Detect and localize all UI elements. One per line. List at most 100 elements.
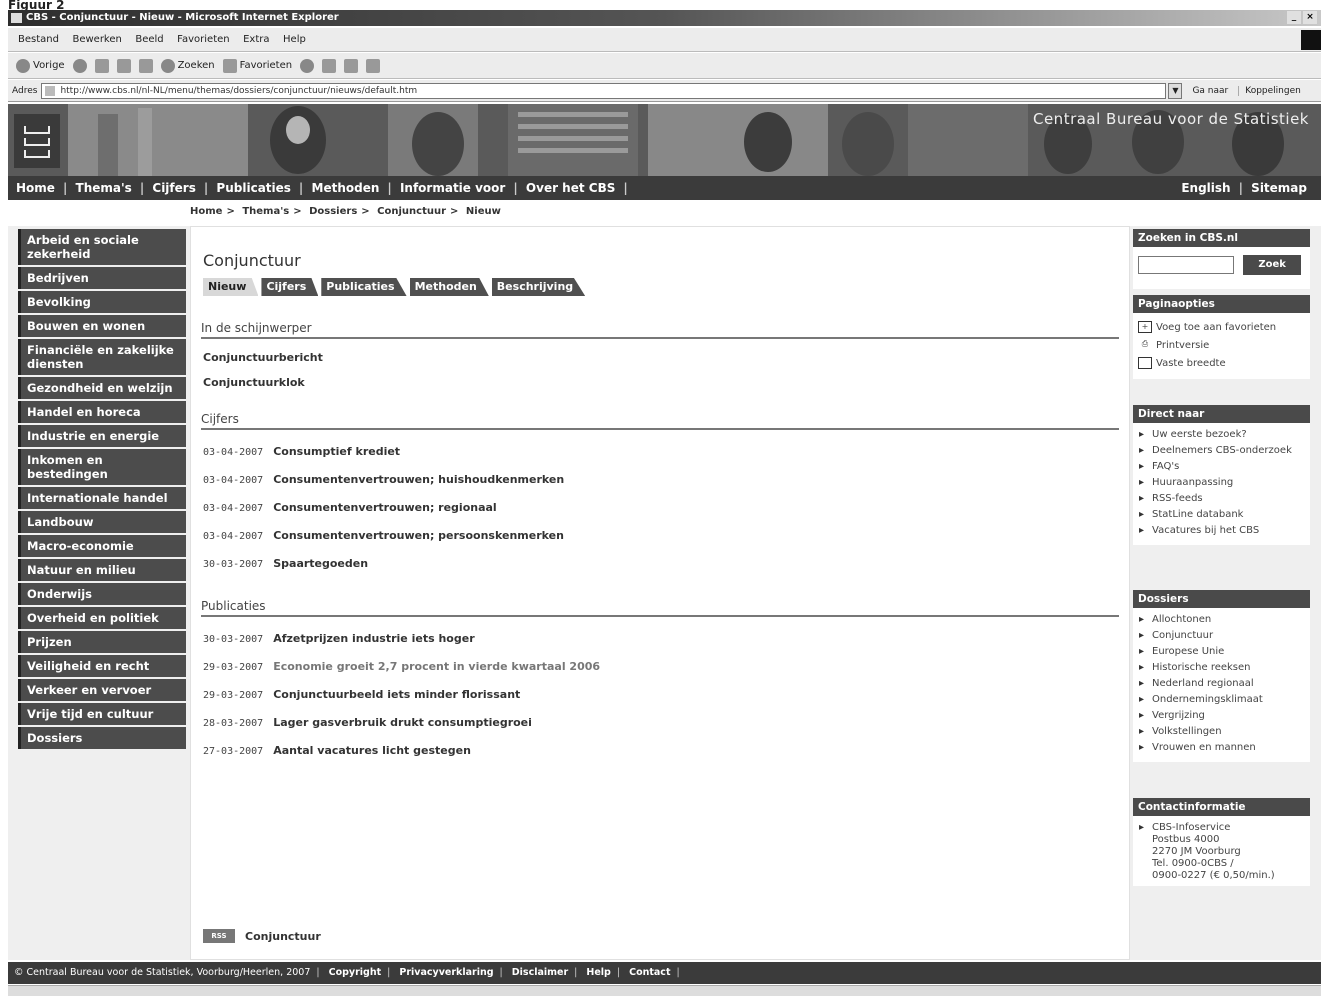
dossier-link[interactable]: Allochtonen (1138, 614, 1305, 626)
address-input[interactable]: http://www.cbs.nl/nl-NL/menu/themas/doss… (41, 82, 1167, 99)
list-item[interactable]: 03-04-2007 Consumentenvertrouwen; huishou… (203, 473, 564, 486)
menu-help[interactable]: Help (283, 28, 306, 52)
nav-english[interactable]: English (1181, 181, 1230, 195)
leftnav-item[interactable]: Arbeid en sociale zekerheid (18, 229, 186, 265)
list-item[interactable]: 30-03-2007 Spaartegoeden (203, 557, 368, 570)
history-button[interactable] (300, 58, 315, 73)
dossier-link[interactable]: Vergrijzing (1138, 710, 1305, 722)
list-item[interactable]: 29-03-2007 Conjunctuurbeeld iets minder f… (203, 688, 520, 701)
list-item[interactable]: 29-03-2007 Economie groeit 2,7 procent in… (203, 660, 600, 673)
tab-nieuw[interactable]: Nieuw (203, 278, 259, 296)
mail-button[interactable] (322, 58, 337, 73)
direct-link[interactable]: Vacatures bij het CBS (1138, 525, 1305, 537)
search-submit-button[interactable]: Zoek (1243, 255, 1302, 275)
go-button[interactable]: Ga naar (1192, 86, 1228, 96)
leftnav-item[interactable]: Overheid en politiek (18, 607, 186, 629)
leftnav-item[interactable]: Internationale handel (18, 487, 186, 509)
leftnav-item[interactable]: Handel en horeca (18, 401, 186, 423)
menu-favorieten[interactable]: Favorieten (177, 28, 229, 52)
dossier-link[interactable]: Europese Unie (1138, 646, 1305, 658)
menu-extra[interactable]: Extra (243, 28, 269, 52)
dossier-link[interactable]: Nederland regionaal (1138, 678, 1305, 690)
edit-button[interactable] (366, 58, 381, 73)
tab-cijfers[interactable]: Cijfers (261, 278, 319, 296)
menu-bewerken[interactable]: Bewerken (72, 28, 121, 52)
tab-methoden[interactable]: Methoden (409, 278, 489, 296)
dossier-link[interactable]: Vrouwen en mannen (1138, 742, 1305, 754)
back-button[interactable]: Vorige (16, 58, 65, 73)
dossier-link[interactable]: Historische reeksen (1138, 662, 1305, 674)
contact-line[interactable]: CBS-Infoservice (1138, 822, 1305, 834)
nav-over-het-cbs[interactable]: Over het CBS (526, 181, 615, 195)
nav-publicaties[interactable]: Publicaties (216, 181, 291, 195)
footer-link-disclaimer[interactable]: Disclaimer (512, 967, 568, 978)
home-button[interactable] (138, 58, 153, 73)
rss-feed-link[interactable]: RSS Conjunctuur (203, 929, 321, 943)
list-item[interactable]: 27-03-2007 Aantal vacatures licht gestege… (203, 744, 471, 757)
nav-sitemap[interactable]: Sitemap (1251, 181, 1307, 195)
list-item[interactable]: 30-03-2007 Afzetprijzen industrie iets ho… (203, 632, 475, 645)
direct-link[interactable]: Deelnemers CBS-onderzoek (1138, 445, 1305, 457)
fixed-width-link[interactable]: Vaste breedte (1138, 357, 1305, 369)
leftnav-item[interactable]: Onderwijs (18, 583, 186, 605)
footer-link-help[interactable]: Help (586, 967, 610, 978)
direct-link[interactable]: Huuraanpassing (1138, 477, 1305, 489)
links-button[interactable]: Koppelingen (1238, 85, 1301, 96)
leftnav-item[interactable]: Industrie en energie (18, 425, 186, 447)
direct-link[interactable]: Uw eerste bezoek? (1138, 429, 1305, 441)
leftnav-item[interactable]: Dossiers (18, 727, 186, 749)
list-item[interactable]: 03-04-2007 Consumentenvertrouwen; regiona… (203, 501, 497, 514)
nav-informatie-voor[interactable]: Informatie voor (400, 181, 505, 195)
footer-link-copyright[interactable]: Copyright (329, 967, 382, 978)
print-button[interactable] (344, 58, 359, 73)
nav-themas[interactable]: Thema's (76, 181, 132, 195)
list-item[interactable]: 03-04-2007 Consumentenvertrouwen; persoon… (203, 529, 564, 542)
tab-beschrijving[interactable]: Beschrijving (491, 278, 586, 296)
leftnav-item[interactable]: Bevolking (18, 291, 186, 313)
print-version-link[interactable]: ⎙ Printversie (1138, 339, 1305, 351)
search-button[interactable]: Zoeken (160, 58, 215, 73)
spotlight-link[interactable]: Conjunctuurbericht (203, 351, 323, 364)
breadcrumb-themas[interactable]: Thema's (242, 206, 289, 217)
menu-beeld[interactable]: Beeld (135, 28, 163, 52)
forward-button[interactable] (72, 58, 87, 73)
breadcrumb-home[interactable]: Home (190, 206, 222, 217)
direct-link[interactable]: FAQ's (1138, 461, 1305, 473)
nav-cijfers[interactable]: Cijfers (152, 181, 195, 195)
leftnav-item[interactable]: Inkomen en bestedingen (18, 449, 186, 485)
dossier-link[interactable]: Ondernemingsklimaat (1138, 694, 1305, 706)
leftnav-item[interactable]: Financiële en zakelijke diensten (18, 339, 186, 375)
leftnav-item[interactable]: Landbouw (18, 511, 186, 533)
stop-button[interactable] (94, 58, 109, 73)
leftnav-item[interactable]: Natuur en milieu (18, 559, 186, 581)
favorites-button[interactable]: Favorieten (222, 58, 292, 73)
list-item[interactable]: 28-03-2007 Lager gasverbruik drukt consum… (203, 716, 532, 729)
spotlight-link[interactable]: Conjunctuurklok (203, 376, 305, 389)
footer-link-privacy[interactable]: Privacyverklaring (399, 967, 493, 978)
breadcrumb-conjunctuur[interactable]: Conjunctuur (377, 206, 446, 217)
close-button[interactable]: × (1303, 11, 1317, 24)
search-input[interactable] (1138, 256, 1234, 274)
leftnav-item[interactable]: Macro-economie (18, 535, 186, 557)
list-item[interactable]: 03-04-2007 Consumptief krediet (203, 445, 400, 458)
leftnav-item[interactable]: Prijzen (18, 631, 186, 653)
leftnav-item[interactable]: Vrije tijd en cultuur (18, 703, 186, 725)
direct-link[interactable]: RSS-feeds (1138, 493, 1305, 505)
cbs-logo[interactable] (14, 114, 60, 168)
minimize-button[interactable]: _ (1287, 11, 1301, 24)
leftnav-item[interactable]: Bouwen en wonen (18, 315, 186, 337)
address-dropdown-button[interactable]: ▼ (1168, 82, 1183, 99)
refresh-button[interactable] (116, 58, 131, 73)
dossier-link[interactable]: Volkstellingen (1138, 726, 1305, 738)
nav-home[interactable]: Home (16, 181, 55, 195)
menu-bestand[interactable]: Bestand (18, 28, 59, 52)
leftnav-item[interactable]: Bedrijven (18, 267, 186, 289)
leftnav-item[interactable]: Verkeer en vervoer (18, 679, 186, 701)
add-favorite-link[interactable]: + Voeg toe aan favorieten (1138, 321, 1305, 333)
footer-link-contact[interactable]: Contact (629, 967, 670, 978)
nav-methoden[interactable]: Methoden (312, 181, 380, 195)
leftnav-item[interactable]: Gezondheid en welzijn (18, 377, 186, 399)
dossier-link[interactable]: Conjunctuur (1138, 630, 1305, 642)
leftnav-item[interactable]: Veiligheid en recht (18, 655, 186, 677)
tab-publicaties[interactable]: Publicaties (321, 278, 407, 296)
